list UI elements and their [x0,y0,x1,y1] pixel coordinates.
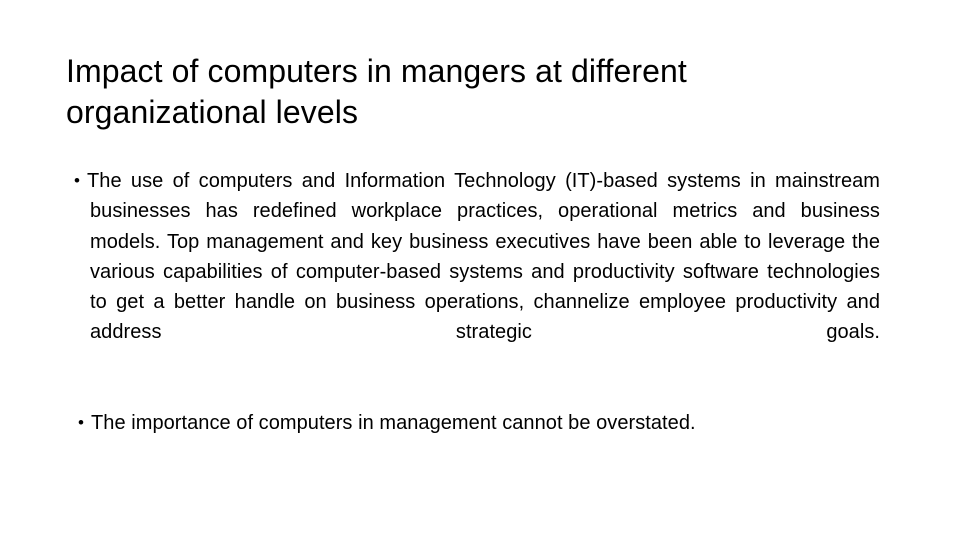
bullet-point-icon: • [74,171,81,190]
list-item: • The importance of computers in manageme… [66,408,880,438]
bullet-text: The importance of computers in managemen… [91,412,696,435]
page-title: Impact of computers in mangers at differ… [66,53,687,131]
list-item: • The use of computers and Information Te… [66,166,880,378]
bullet-point-icon: • [78,413,85,433]
slide-body-content: • The use of computers and Information Te… [66,146,880,458]
bullet-text: The use of computers and Information Tec… [87,170,880,344]
slide-canvas: Impact of computers in mangers at differ… [0,0,960,540]
